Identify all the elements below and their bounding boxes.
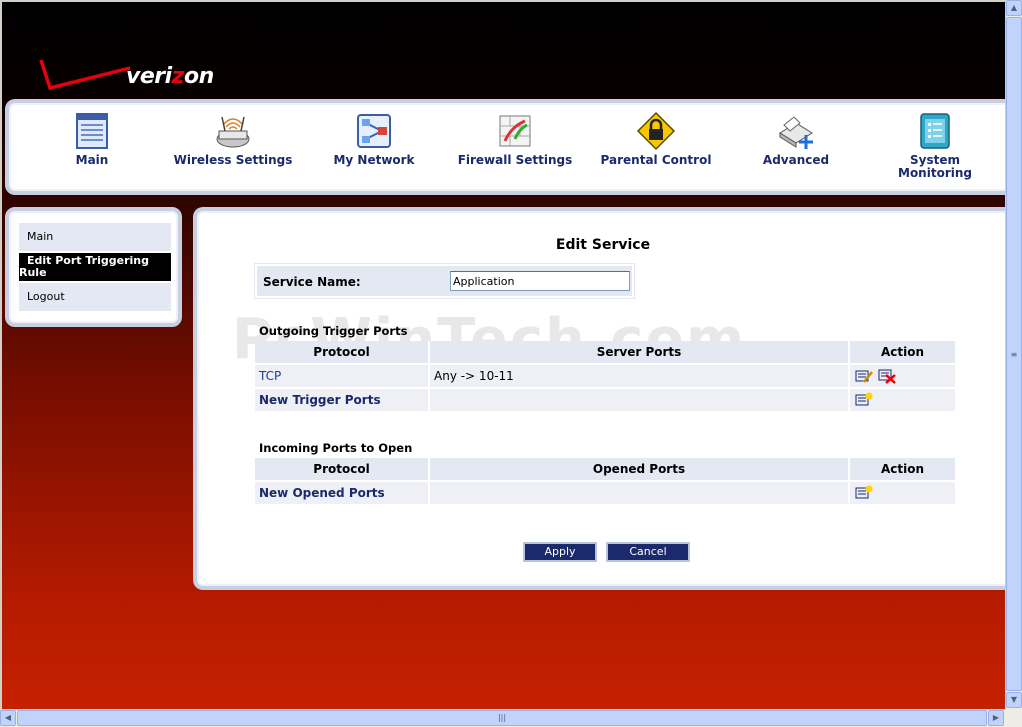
nav-my-network[interactable]: My Network [314,111,434,167]
server-ports-cell: Any -> 10-11 [429,364,850,389]
sidebar: Main Edit Port Triggering Rule Logout [5,207,182,327]
sidebar-item-edit-port-triggering-rule[interactable]: Edit Port Triggering Rule [19,253,171,281]
new-opened-ports-link[interactable]: New Opened Ports [259,486,385,500]
protocol-cell: TCP [255,364,430,389]
table-row: TCP Any -> 10-11 [255,364,955,389]
advanced-tools-icon [779,116,813,149]
column-header-action: Action [849,458,955,482]
action-cell [849,481,955,506]
scrollbar-corner [1005,709,1022,727]
nav-advanced[interactable]: Advanced [736,111,856,167]
nav-wireless-settings[interactable]: Wireless Settings [173,111,293,167]
column-header-action: Action [849,341,955,365]
horizontal-scrollbar[interactable]: ◀ ||| ▶ [0,709,1005,727]
scroll-left-icon[interactable]: ◀ [0,710,16,726]
add-icon[interactable] [855,485,873,501]
nav-main[interactable]: Main [32,111,152,167]
verizon-wordmark: verizon [126,64,214,89]
sidebar-item-main[interactable]: Main [19,223,171,251]
nav-parental-control[interactable]: Parental Control [596,111,716,167]
protocol-tcp-link[interactable]: TCP [259,369,281,383]
outgoing-trigger-ports-table: Protocol Server Ports Action TCP Any -> … [255,341,955,413]
vertical-scrollbar[interactable]: ▲ ≡ ▼ [1005,0,1022,709]
service-name-input[interactable] [450,271,630,291]
top-navigation: Main Wireless Settings My Network Firewa… [5,99,1015,195]
column-header-opened-ports: Opened Ports [429,458,850,482]
table-header-row: Protocol Opened Ports Action [255,458,955,482]
incoming-ports-table: Protocol Opened Ports Action New Opened … [255,458,955,506]
verizon-logo: verizon [38,54,228,98]
monitor-icon [920,113,950,149]
vertical-scroll-thumb[interactable]: ≡ [1006,17,1022,691]
wireless-router-icon [216,116,250,148]
network-map-icon [357,114,391,148]
service-name-row: Service Name: [255,264,634,298]
sidebar-item-logout[interactable]: Logout [19,283,171,311]
incoming-ports-to-open-title: Incoming Ports to Open [259,441,413,455]
nav-firewall-settings[interactable]: Firewall Settings [455,111,575,167]
new-trigger-ports-cell: New Trigger Ports [255,388,430,413]
column-header-protocol: Protocol [255,341,430,365]
column-header-server-ports: Server Ports [429,341,850,365]
firewall-icon [499,115,531,147]
content-panel: PcWinTech.com Edit Service Service Name:… [193,207,1013,590]
apply-button[interactable]: Apply [523,542,597,562]
scroll-up-icon[interactable]: ▲ [1006,0,1022,16]
service-name-label: Service Name: [263,275,361,289]
scroll-down-icon[interactable]: ▼ [1006,692,1022,708]
page-title: Edit Service [555,237,651,253]
main-page-icon [76,113,108,149]
edit-icon[interactable] [855,368,873,384]
scroll-right-icon[interactable]: ▶ [988,710,1004,726]
add-icon[interactable] [855,392,873,408]
outgoing-trigger-ports-title: Outgoing Trigger Ports [259,324,408,338]
action-cell [849,388,955,413]
new-opened-ports-cell: New Opened Ports [255,481,430,506]
action-cell [849,364,955,389]
verizon-checkmark-icon [39,59,131,91]
new-trigger-ports-link[interactable]: New Trigger Ports [259,393,381,407]
table-row: New Trigger Ports [255,388,955,413]
horizontal-scroll-thumb[interactable]: ||| [17,710,987,726]
cancel-button[interactable]: Cancel [606,542,690,562]
delete-icon[interactable] [878,368,896,384]
padlock-icon [636,111,676,151]
column-header-protocol: Protocol [255,458,430,482]
table-header-row: Protocol Server Ports Action [255,341,955,365]
table-row: New Opened Ports [255,481,955,506]
nav-system-monitoring[interactable]: System Monitoring [875,111,995,180]
